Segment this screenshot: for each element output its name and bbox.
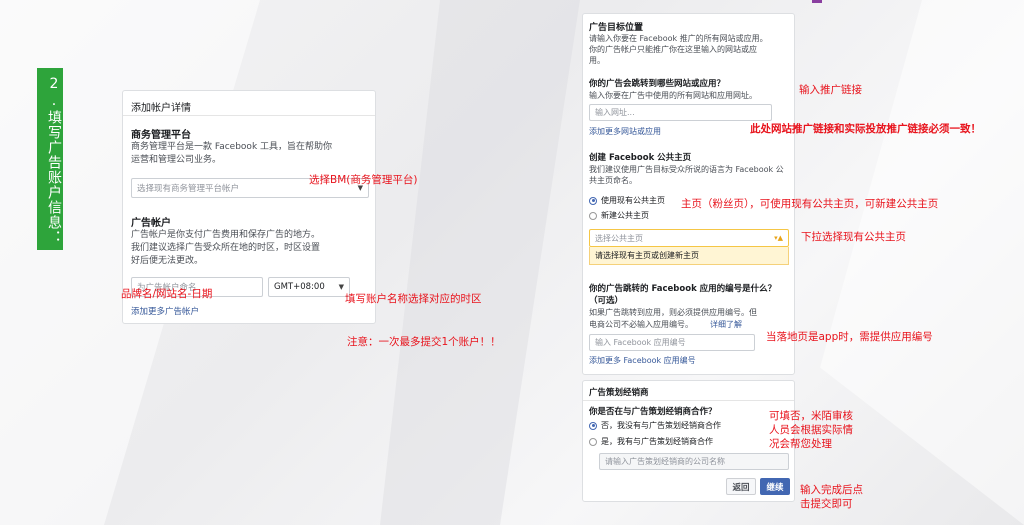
page-description: 我们建议使用广告目标受众所说的语言为 Facebook 公 [589, 165, 784, 174]
background-shape [380, 0, 580, 525]
bm-description: 商务管理平台是一款 Facebook 工具，旨在帮助你 [131, 142, 333, 152]
page-warning: 请选择现有主页或创建新主页 [589, 247, 789, 265]
annotation-optional: 况会帮您处理 [769, 438, 832, 450]
annotation-enter-link: 输入推广链接 [799, 84, 862, 96]
target-description: 请输入你要在 Facebook 推广的所有网站或应用。 [589, 34, 768, 43]
site-description: 输入你要在广告中使用的所有网站和应用网址。 [589, 91, 757, 100]
agency-name-input[interactable]: 请输入广告策划经销商的公司名称 [599, 453, 789, 470]
ad-account-heading: 广告帐户 [131, 218, 171, 229]
annotation-brand-name: 品牌名/网站名-日期 [121, 288, 213, 300]
annotation-name-timezone: 填写账户名称选择对应的时区 [345, 293, 482, 305]
app-id-placeholder: 输入 Facebook 应用编号 [595, 338, 686, 347]
bm-description: 运营和管理公司业务。 [131, 155, 222, 165]
website-placeholder: 输入网址... [595, 108, 635, 117]
page-description: 共主页命名。 [589, 176, 637, 185]
radio-label: 否，我没有与广告策划经销商合作 [601, 421, 721, 430]
radio-label: 是，我有与广告策划经销商合作 [601, 437, 713, 446]
radio-no-agency[interactable]: 否，我没有与广告策划经销商合作 [589, 420, 721, 431]
app-description: 如果广告跳转到应用，则必须提供应用编号。但 [589, 308, 757, 317]
agency-name-placeholder: 请输入广告策划经销商的公司名称 [605, 457, 725, 466]
radio-label: 新建公共主页 [601, 211, 649, 220]
back-button[interactable]: 返回 [726, 478, 756, 495]
ad-account-description: 好后便无法更改。 [131, 256, 204, 266]
timezone-select[interactable]: GMT+08:00 ▼ [268, 277, 350, 297]
background-shape [820, 0, 1024, 525]
target-description: 用。 [589, 56, 605, 65]
decorative-mark [812, 0, 822, 3]
site-question: 你的广告会跳转到哪些网站或应用？ [589, 79, 726, 89]
divider [123, 115, 375, 116]
page-select[interactable]: 选择公共主页 ▾▲ [589, 229, 789, 247]
app-description: 电商公司不必输入应用编号。 [589, 320, 693, 329]
ad-account-description: 广告帐户是你支付广告费用和保存广告的地方。 [131, 230, 321, 240]
page-warning-text: 请选择现有主页或创建新主页 [595, 251, 699, 260]
annotation-submit: 击提交即可 [800, 498, 853, 510]
annotation-notice: 注意：一次最多提交1个账户！！ [347, 336, 501, 348]
next-button[interactable]: 继续 [760, 478, 790, 495]
app-heading: 你的广告跳转的 Facebook 应用的编号是什么？ [589, 284, 777, 294]
panel-title: 添加帐户详情 [131, 103, 191, 114]
ad-target-panel: 广告目标位置 请输入你要在 Facebook 推广的所有网站或应用。 你的广告帐… [582, 13, 795, 375]
website-input[interactable]: 输入网址... [589, 104, 772, 121]
annotation-app-id: 当落地页是app时，需提供应用编号 [766, 331, 933, 343]
agency-question: 你是否在与广告策划经销商合作？ [589, 407, 717, 417]
ad-account-description: 我们建议选择广告受众所在地的时区，时区设置 [131, 243, 321, 253]
radio-label: 使用现有公共主页 [601, 196, 665, 205]
radio-yes-agency[interactable]: 是，我有与广告策划经销商合作 [589, 436, 713, 447]
step-label: 2.填写广告账户信息： [37, 68, 63, 250]
page-select-placeholder: 选择公共主页 [595, 233, 643, 243]
divider [583, 400, 794, 401]
add-more-ad-accounts-link[interactable]: 添加更多广告帐户 [131, 305, 199, 317]
annotation-optional: 可填否，米陌审核 [769, 410, 853, 422]
radio-unselected-icon [589, 437, 597, 446]
warning-icon: ▾▲ [774, 234, 783, 242]
radio-selected-icon [589, 196, 597, 205]
radio-new-page[interactable]: 新建公共主页 [589, 210, 649, 221]
radio-unselected-icon [589, 211, 597, 220]
app-id-input[interactable]: 输入 Facebook 应用编号 [589, 334, 755, 351]
radio-selected-icon [589, 421, 597, 430]
annotation-homepage: 主页（粉丝页），可使用现有公共主页，可新建公共主页 [681, 198, 939, 210]
agency-heading: 广告策划经销商 [589, 388, 649, 398]
target-heading: 广告目标位置 [589, 23, 644, 33]
annotation-submit: 输入完成后点 [800, 484, 863, 496]
radio-use-existing-page[interactable]: 使用现有公共主页 [589, 195, 665, 206]
annotation-link-consistent: 此处网站推广链接和实际投放推广链接必须一致！ [750, 123, 981, 135]
chevron-down-icon: ▼ [338, 283, 344, 291]
add-app-link[interactable]: 添加更多 Facebook 应用编号 [589, 355, 696, 366]
bm-select-placeholder: 选择现有商务管理平台帐户 [137, 184, 240, 194]
page-heading: 创建 Facebook 公共主页 [589, 153, 692, 163]
add-site-link[interactable]: 添加更多网站或应用 [589, 126, 661, 137]
annotation-dropdown-page: 下拉选择现有公共主页 [801, 231, 906, 243]
annotation-select-bm: 选择BM(商务管理平台) [309, 174, 418, 186]
bm-heading: 商务管理平台 [131, 130, 191, 141]
app-heading-optional: （可选） [589, 296, 624, 306]
target-description: 你的广告帐户只能推广你在这里输入的网站或应 [589, 45, 757, 54]
annotation-optional: 人员会根据实际情 [769, 424, 853, 436]
timezone-value: GMT+08:00 [274, 282, 325, 292]
agency-panel: 广告策划经销商 你是否在与广告策划经销商合作？ 否，我没有与广告策划经销商合作 … [582, 380, 795, 502]
learn-more-link[interactable]: 详细了解 [710, 319, 742, 330]
